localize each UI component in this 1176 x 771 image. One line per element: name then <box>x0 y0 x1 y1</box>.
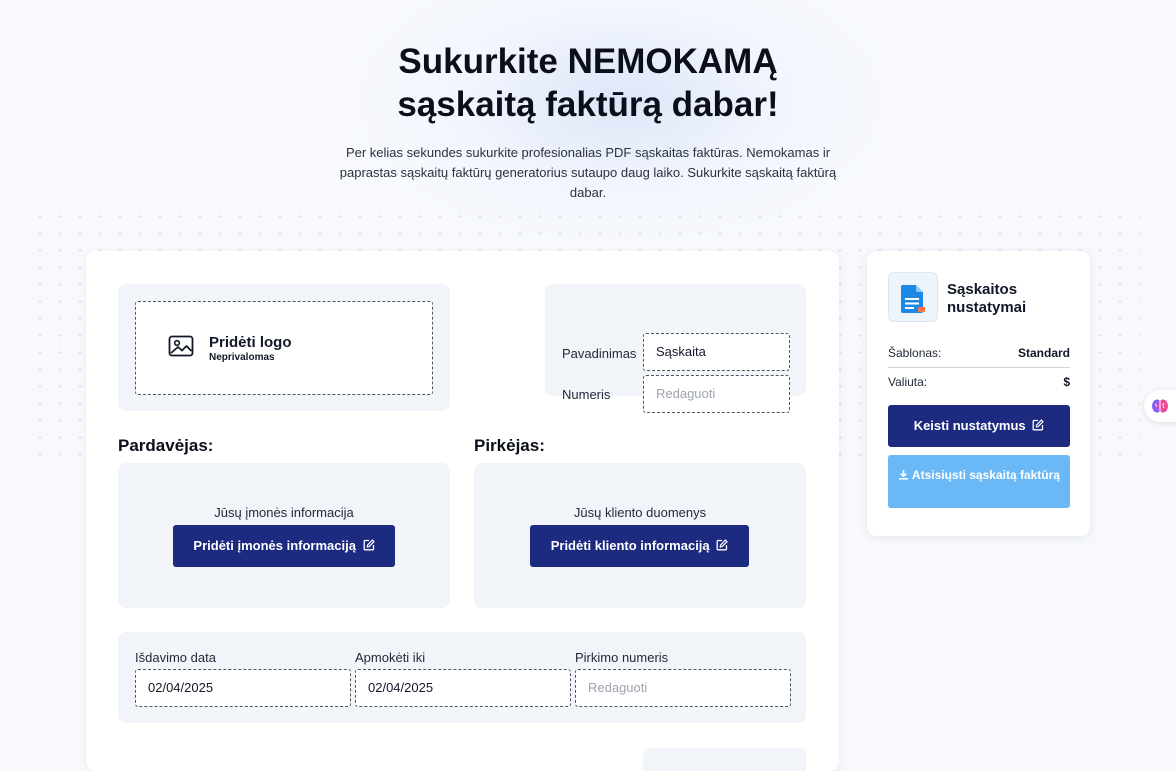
add-client-info-button[interactable]: Pridėti kliento informaciją <box>530 525 749 567</box>
edit-icon <box>360 538 375 553</box>
add-logo-dropzone[interactable]: Pridėti logo Neprivalomas <box>135 301 433 395</box>
edit-icon <box>1029 418 1044 433</box>
due-date-input[interactable]: 02/04/2025 <box>355 669 571 707</box>
page-title-line-2: sąskaitą faktūrą dabar! <box>397 85 779 124</box>
buyer-heading: Pirkėjas: <box>474 436 545 455</box>
dates-panel: Išdavimo data 02/04/2025 Apmokėti iki 02… <box>118 632 806 723</box>
template-label: Šablonas: <box>888 346 942 360</box>
seller-heading: Pardavėjas: <box>118 436 214 455</box>
issue-date-input[interactable]: 02/04/2025 <box>135 669 351 707</box>
seller-panel: Jūsų įmonės informacija Pridėti įmonės i… <box>118 463 450 608</box>
download-invoice-label: Atsisiųsti sąskaitą faktūrą <box>911 468 1060 482</box>
logo-panel: Pridėti logo Neprivalomas <box>118 284 450 411</box>
add-logo-label: Pridėti logo <box>209 334 292 351</box>
edit-settings-button[interactable]: Keisti nustatymus <box>888 405 1070 447</box>
assistant-widget-button[interactable] <box>1144 390 1176 422</box>
download-icon <box>898 468 912 482</box>
page-title: Sukurkite NEMOKAMĄ sąskaitą faktūrą daba… <box>0 40 1176 126</box>
seller-info-label: Jūsų įmonės informacija <box>214 505 354 520</box>
page-title-line-1: Sukurkite NEMOKAMĄ <box>398 42 778 81</box>
invoice-meta-panel: Pavadinimas Sąskaita Numeris Redaguoti <box>545 284 806 413</box>
invoice-card: Pridėti logo Neprivalomas Pavadinimas Są… <box>86 251 839 771</box>
currency-label: Valiuta: <box>888 375 928 389</box>
hero-description: Per kelias sekundes sukurkite profesiona… <box>339 145 837 200</box>
divider <box>888 367 1070 368</box>
currency-value: $ <box>1063 375 1070 389</box>
add-company-info-label: Pridėti įmonės informaciją <box>193 538 356 553</box>
add-company-info-button[interactable]: Pridėti įmonės informaciją <box>173 525 395 567</box>
add-client-info-label: Pridėti kliento informaciją <box>550 538 710 553</box>
buyer-info-label: Jūsų kliento duomenys <box>573 505 707 520</box>
next-section-panel <box>643 748 806 771</box>
issue-date-label: Išdavimo data <box>135 650 216 665</box>
edit-settings-label: Keisti nustatymus <box>913 418 1026 433</box>
template-row: Šablonas: Standard <box>888 346 1070 360</box>
add-logo-optional: Neprivalomas <box>209 352 275 363</box>
due-date-label: Apmokėti iki <box>355 650 426 665</box>
purchase-number-label: Pirkimo numeris <box>575 650 669 665</box>
settings-panel: Sąskaitos nustatymai Šablonas: Standard … <box>867 251 1090 536</box>
document-icon <box>888 272 938 322</box>
buyer-panel: Jūsų kliento duomenys Pridėti kliento in… <box>474 463 806 608</box>
purchase-number-input[interactable]: Redaguoti <box>575 669 791 707</box>
image-icon <box>168 335 194 357</box>
invoice-name-label: Pavadinimas <box>562 346 637 361</box>
settings-title: Sąskaitos nustatymai <box>947 281 1027 316</box>
currency-row: Valiuta: $ <box>888 375 1070 389</box>
hero: Sukurkite NEMOKAMĄ sąskaitą faktūrą daba… <box>0 40 1176 203</box>
template-value: Standard <box>1017 346 1070 360</box>
invoice-number-input[interactable]: Redaguoti <box>643 375 790 413</box>
edit-icon <box>713 538 728 553</box>
invoice-name-input[interactable]: Sąskaita <box>643 333 790 371</box>
invoice-number-label: Numeris <box>562 387 611 402</box>
download-invoice-button[interactable]: Atsisiųsti sąskaitą faktūrą <box>888 455 1070 508</box>
brain-icon <box>1151 397 1169 415</box>
